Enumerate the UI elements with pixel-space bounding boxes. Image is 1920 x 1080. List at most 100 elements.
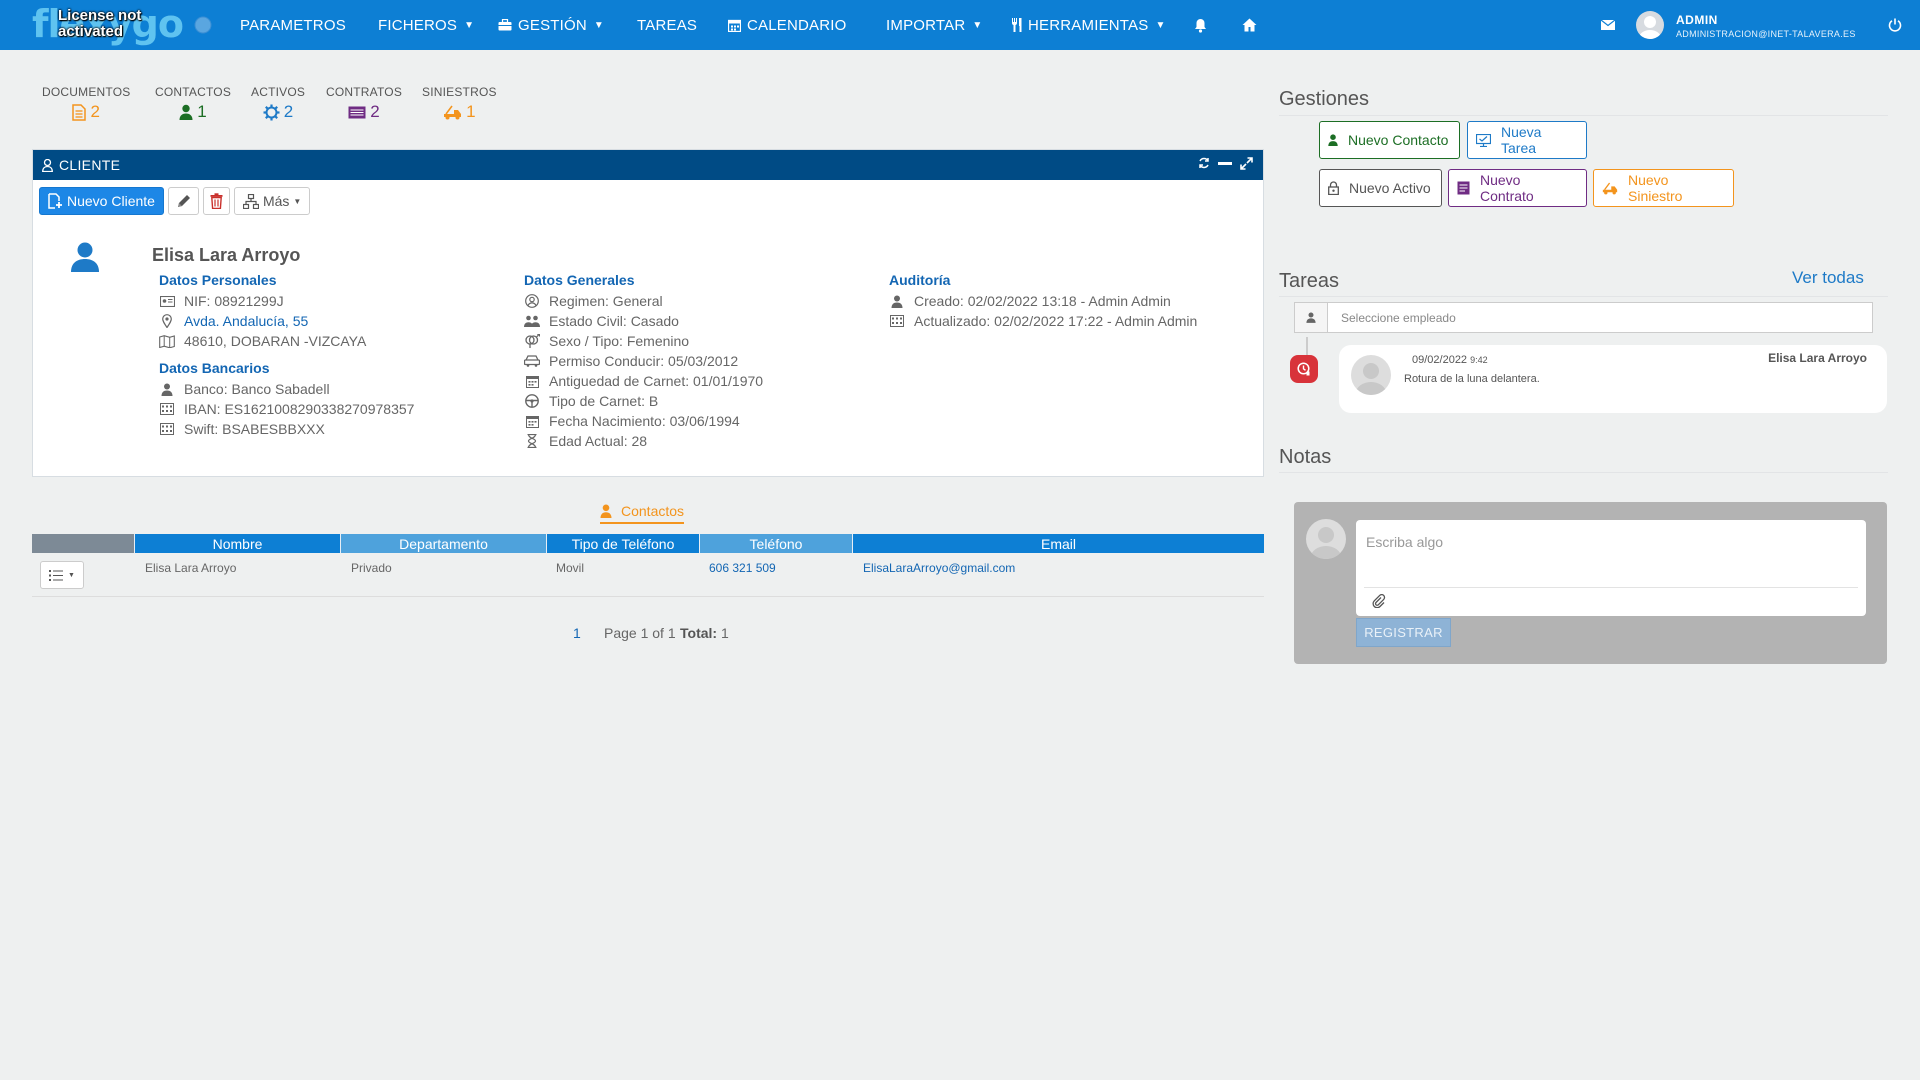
stat-activos[interactable]: ACTIVOS 2 (251, 85, 305, 122)
personal-data-section: Datos Personales NIF: 08921299J Avda. An… (159, 272, 414, 439)
map-icon (159, 334, 175, 348)
refresh-icon[interactable] (1198, 157, 1210, 170)
home-button[interactable] (1242, 0, 1257, 50)
nav-herramientas[interactable]: HERRAMIENTAS ▼ (1010, 0, 1166, 50)
new-client-button[interactable]: Nuevo Cliente (39, 187, 164, 215)
delete-button[interactable] (202, 187, 230, 215)
nav-ficheros[interactable]: FICHEROS ▼ (378, 0, 474, 50)
header-telefono[interactable]: Teléfono (700, 534, 853, 553)
building-icon (159, 423, 175, 435)
caret-down-icon: ▼ (593, 19, 605, 31)
stat-value: 1 (197, 102, 207, 121)
license-warning: License not activated (58, 7, 142, 40)
task-time-value: 9:42 (1470, 355, 1488, 365)
nav-label: GESTIÓN (518, 16, 587, 34)
stat-value: 2 (90, 102, 100, 121)
nav-gestion[interactable]: GESTIÓN ▼ (498, 0, 604, 50)
see-all-tasks-link[interactable]: Ver todas (1792, 268, 1864, 288)
button-label: Nuevo Siniestro (1628, 172, 1683, 204)
expand-icon[interactable] (1240, 157, 1253, 170)
hourglass-icon (524, 434, 540, 448)
task-date: 09/02/2022 9:42 (1412, 354, 1488, 366)
lock-icon (1328, 181, 1339, 195)
stat-label: CONTRATOS (326, 85, 403, 99)
header-email[interactable]: Email (853, 534, 1264, 553)
pager-text: Page 1 of 1 (604, 625, 676, 641)
sitemap-icon (242, 193, 259, 209)
user-icon (42, 158, 53, 172)
notifications-button[interactable] (1194, 0, 1207, 50)
nav-parametros[interactable]: PARAMETROS (240, 0, 346, 50)
stat-siniestros[interactable]: SINIESTROS 1 (422, 85, 497, 122)
notes-box: Escriba algo REGISTRAR (1294, 502, 1887, 664)
more-button[interactable]: Más ▼ (233, 187, 311, 215)
button-label: Nueva Tarea (1501, 124, 1542, 156)
row-menu-button[interactable]: ▼ (40, 561, 84, 589)
address-link[interactable]: Avda. Andalucía, 55 (184, 313, 308, 329)
new-claim-button[interactable]: Nuevo Siniestro (1593, 169, 1734, 207)
new-contact-button[interactable]: Nuevo Contacto (1319, 121, 1460, 159)
new-contract-button[interactable]: Nuevo Contrato (1448, 169, 1587, 207)
note-textarea[interactable]: Escriba algo (1356, 520, 1866, 616)
button-label: Nuevo Contacto (1348, 132, 1449, 148)
cell-email[interactable]: ElisaLaraArroyo@gmail.com (863, 561, 1015, 575)
employee-placeholder: Seleccione empleado (1341, 311, 1456, 325)
app-logo[interactable]: flexygo License not activated (22, 2, 184, 46)
user-avatar[interactable] (1636, 11, 1664, 39)
cell-departamento: Privado (351, 561, 392, 575)
nav-calendario[interactable]: CALENDARIO (728, 0, 847, 50)
task-description: Rotura de la luna delantera. (1404, 373, 1540, 385)
messages-button[interactable] (1601, 0, 1615, 50)
nav-label: TAREAS (637, 16, 698, 34)
user-tie-icon (1306, 312, 1316, 323)
divider (1364, 587, 1858, 588)
steering-wheel-icon (524, 394, 540, 408)
header-nombre[interactable]: Nombre (135, 534, 341, 553)
register-note-button[interactable]: REGISTRAR (1356, 618, 1451, 647)
nav-label: PARAMETROS (240, 16, 346, 34)
tareas-title: Tareas (1279, 270, 1340, 292)
audit-section: Auditoría Creado: 02/02/2022 13:18 - Adm… (889, 272, 1197, 331)
nav-label: CALENDARIO (747, 16, 847, 34)
general-data-section: Datos Generales Regimen: General Estado … (524, 272, 763, 451)
paperclip-icon[interactable] (1372, 594, 1386, 608)
client-name: Elisa Lara Arroyo (152, 245, 301, 265)
task-item[interactable]: 09/02/2022 9:42 Elisa Lara Arroyo Rotura… (1339, 345, 1887, 413)
table-row[interactable]: ▼ Elisa Lara Arroyo Privado Movil 606 32… (32, 555, 1264, 597)
car-icon (524, 355, 540, 367)
globe-icon[interactable] (194, 16, 212, 34)
envelope-icon (1601, 20, 1615, 30)
stat-label: CONTACTOS (155, 85, 232, 99)
header-tipo-telefono[interactable]: Tipo de Teléfono (547, 534, 700, 553)
divider (1279, 115, 1888, 116)
gestiones-title: Gestiones (1279, 88, 1370, 110)
nif-value: NIF: 08921299J (184, 293, 284, 309)
pager-current-page[interactable]: 1 (573, 625, 581, 641)
header-departamento[interactable]: Departamento (341, 534, 547, 553)
user-name[interactable]: ADMIN (1676, 13, 1718, 27)
caret-down-icon: ▼ (1155, 19, 1166, 31)
tow-truck-icon (1602, 182, 1618, 195)
task-avatar (1351, 355, 1391, 395)
minimize-icon[interactable] (1218, 157, 1232, 170)
id-card-icon (159, 295, 175, 307)
edit-button[interactable] (167, 187, 199, 215)
button-label: Nuevo Cliente (67, 193, 155, 209)
notas-title: Notas (1279, 446, 1332, 468)
pager-total-label: Total: (680, 625, 718, 641)
stat-documentos[interactable]: DOCUMENTOS 2 (42, 85, 130, 122)
nav-tareas[interactable]: TAREAS (637, 0, 697, 50)
tab-contactos[interactable]: Contactos (600, 503, 685, 524)
new-asset-button[interactable]: Nuevo Activo (1319, 169, 1442, 207)
stat-contratos[interactable]: CONTRATOS 2 (326, 85, 402, 122)
swift-value: Swift: BSABESBBXXX (184, 421, 325, 437)
divider (1279, 472, 1888, 473)
stat-contactos[interactable]: CONTACTOS 1 (155, 85, 231, 122)
employee-select[interactable]: Seleccione empleado (1294, 302, 1873, 333)
task-badge (1290, 355, 1318, 383)
power-button[interactable] (1888, 0, 1902, 50)
nav-importar[interactable]: IMPORTAR ▼ (886, 0, 983, 50)
new-task-button[interactable]: Nueva Tarea (1467, 121, 1587, 159)
iban-value: IBAN: ES1621008290338270978357 (184, 401, 415, 417)
cell-telefono[interactable]: 606 321 509 (709, 561, 776, 575)
